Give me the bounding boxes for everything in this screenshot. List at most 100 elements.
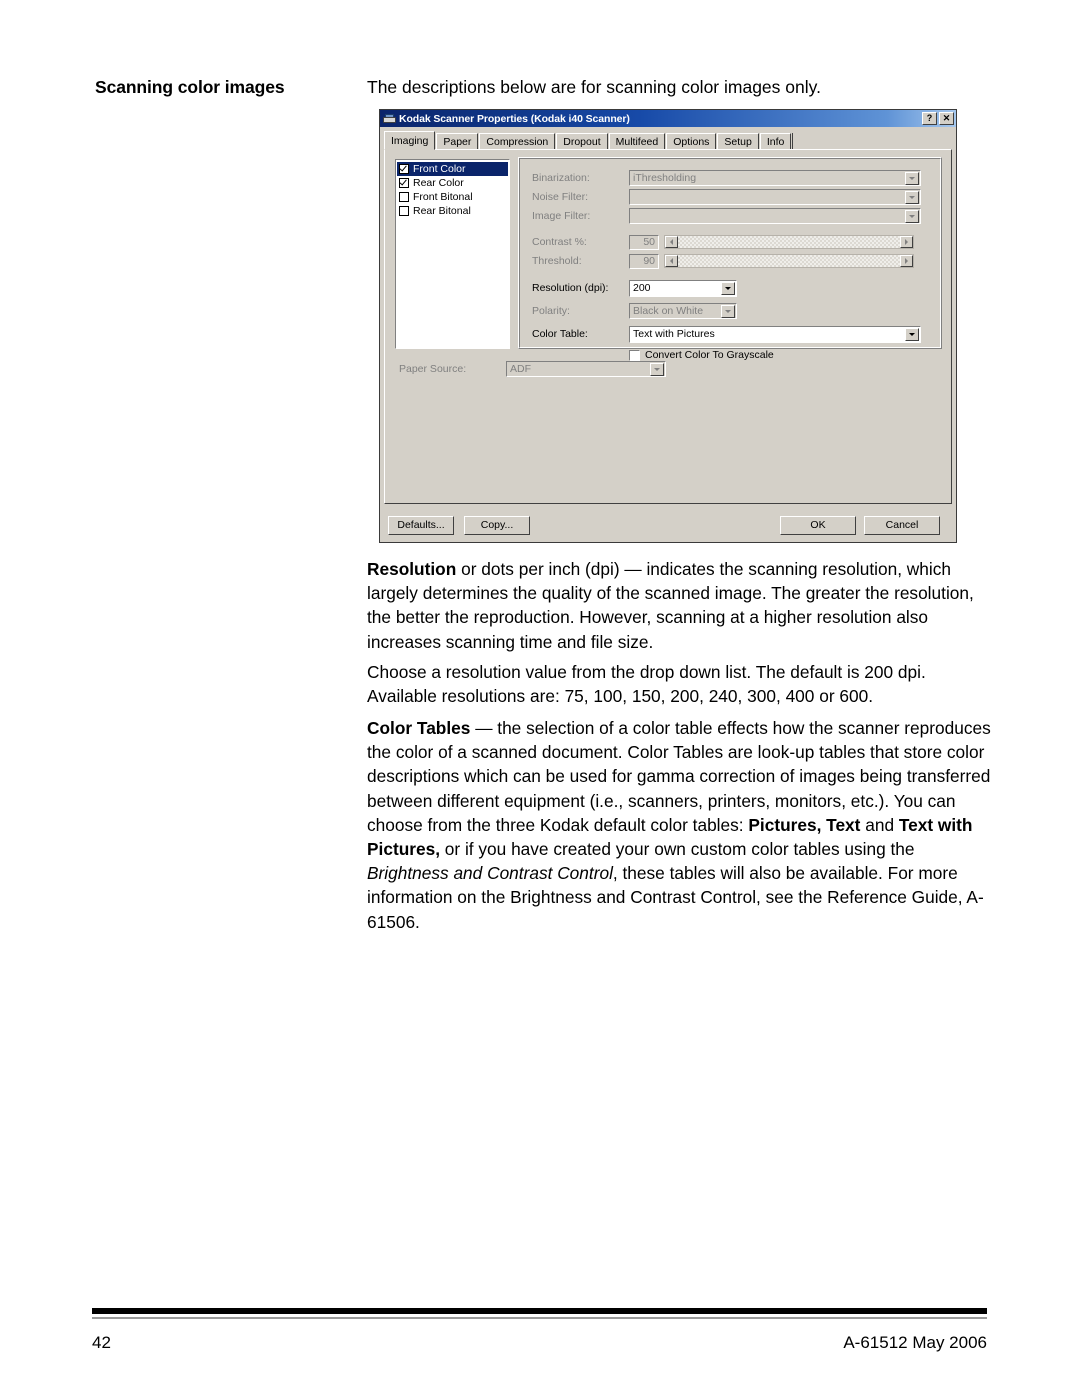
tab-info[interactable]: Info xyxy=(759,133,792,149)
paper-source-value: ADF xyxy=(510,363,531,375)
checkbox-icon[interactable] xyxy=(399,164,409,174)
resolution-combo[interactable]: 200 xyxy=(629,279,737,297)
resolution-value: 200 xyxy=(633,282,651,294)
dialog-tabstrip: Imaging Paper Compression Dropout Multif… xyxy=(384,130,952,150)
contrast-label: Contrast %: xyxy=(532,236,587,248)
dialog-titlebar: Kodak Scanner Properties (Kodak i40 Scan… xyxy=(380,110,956,127)
slider-track[interactable] xyxy=(678,255,900,267)
list-item-rear-bitonal[interactable]: Rear Bitonal xyxy=(397,204,508,218)
contrast-slider[interactable] xyxy=(664,235,914,249)
scanner-icon xyxy=(383,113,396,125)
slider-track[interactable] xyxy=(678,236,900,248)
imaging-tab-panel: Front Color Rear Color Front Bitonal Rea… xyxy=(384,149,952,504)
list-item-rear-color[interactable]: Rear Color xyxy=(397,176,508,190)
chevron-down-icon[interactable] xyxy=(905,209,919,223)
chevron-down-icon[interactable] xyxy=(905,190,919,204)
list-item-label: Front Bitonal xyxy=(413,191,473,203)
slider-left-arrow-icon[interactable] xyxy=(665,236,678,248)
resolution-label: Resolution (dpi): xyxy=(532,282,609,294)
noise-filter-combo[interactable] xyxy=(629,189,921,205)
checkbox-icon[interactable] xyxy=(629,349,640,361)
copy-button[interactable]: Copy... xyxy=(464,516,530,535)
list-item-label: Front Color xyxy=(413,163,466,175)
tabstrip-filler xyxy=(792,133,952,149)
field-paper-source: Paper Source: ADF xyxy=(399,361,699,377)
color-tables-term: Color Tables xyxy=(367,718,471,738)
chevron-down-icon[interactable] xyxy=(721,304,735,318)
contrast-value[interactable]: 50 xyxy=(629,234,659,250)
color-tables-option-1: Pictures, Text xyxy=(748,814,861,835)
checkbox-icon[interactable] xyxy=(399,206,409,216)
color-table-value: Text with Pictures xyxy=(633,328,715,340)
tab-compression[interactable]: Compression xyxy=(479,133,556,149)
paper-source-combo[interactable]: ADF xyxy=(506,361,666,377)
intro-paragraph: The descriptions below are for scanning … xyxy=(367,77,821,97)
paragraph-resolution: Resolution or dots per inch (dpi) — indi… xyxy=(367,557,992,654)
choose-text: Choose a resolution value from the drop … xyxy=(367,662,926,707)
image-side-listbox[interactable]: Front Color Rear Color Front Bitonal Rea… xyxy=(395,159,510,349)
slider-left-arrow-icon[interactable] xyxy=(665,255,678,267)
tab-setup[interactable]: Setup xyxy=(717,133,759,149)
list-item-front-color[interactable]: Front Color xyxy=(397,162,508,176)
slider-right-arrow-icon[interactable] xyxy=(900,255,913,267)
binarization-value: iThresholding xyxy=(633,172,697,184)
checkbox-icon[interactable] xyxy=(399,192,409,202)
document-page: Scanning color images The descriptions b… xyxy=(0,0,1080,1397)
paper-source-label: Paper Source: xyxy=(399,363,467,375)
binarization-combo[interactable]: iThresholding xyxy=(629,170,921,186)
field-resolution: Resolution (dpi): 200 xyxy=(532,279,832,297)
convert-grayscale-checkbox[interactable]: Convert Color To Grayscale xyxy=(629,349,774,361)
cancel-button[interactable]: Cancel xyxy=(864,516,940,535)
polarity-value: Black on White xyxy=(633,305,704,317)
imaging-settings-group: Binarization: iThresholding Noise Filter… xyxy=(518,157,942,361)
image-filter-label: Image Filter: xyxy=(532,210,591,222)
chevron-down-icon[interactable] xyxy=(721,281,735,295)
checkbox-icon[interactable] xyxy=(399,178,409,188)
field-color-table: Color Table: Text with Pictures xyxy=(532,325,942,343)
list-item-front-bitonal[interactable]: Front Bitonal xyxy=(397,190,508,204)
color-tables-text-2: and xyxy=(860,814,899,835)
noise-filter-label: Noise Filter: xyxy=(532,191,589,203)
slider-right-arrow-icon[interactable] xyxy=(900,236,913,248)
brightness-contrast-control-term: Brightness and Contrast Control xyxy=(367,863,613,884)
chevron-down-icon[interactable] xyxy=(905,171,919,185)
ok-button[interactable]: OK xyxy=(780,516,856,535)
defaults-button[interactable]: Defaults... xyxy=(388,516,454,535)
list-item-label: Rear Bitonal xyxy=(413,205,471,217)
tab-dropout[interactable]: Dropout xyxy=(556,133,608,149)
color-table-combo[interactable]: Text with Pictures xyxy=(629,325,921,343)
color-table-label: Color Table: xyxy=(532,328,588,340)
resolution-term: Resolution xyxy=(367,559,457,579)
footer-page-number: 42 xyxy=(92,1333,111,1352)
field-threshold: Threshold: 90 xyxy=(532,252,932,270)
threshold-value[interactable]: 90 xyxy=(629,253,659,269)
resolution-text: or dots per inch (dpi) — indicates the s… xyxy=(367,559,974,652)
field-contrast: Contrast %: 50 xyxy=(532,233,932,251)
field-binarization: Binarization: iThresholding xyxy=(532,169,932,187)
dialog-title: Kodak Scanner Properties (Kodak i40 Scan… xyxy=(399,112,630,125)
color-tables-text-3: or if you have created your own custom c… xyxy=(440,839,915,860)
list-item-label: Rear Color xyxy=(413,177,464,189)
threshold-label: Threshold: xyxy=(532,255,582,267)
tab-imaging[interactable]: Imaging xyxy=(384,131,436,150)
page-section-heading: Scanning color images xyxy=(95,77,285,97)
close-icon[interactable]: ✕ xyxy=(939,112,954,125)
footer-document-id: A-61512 May 2006 xyxy=(843,1333,987,1352)
help-button[interactable]: ? xyxy=(922,112,937,125)
tab-options[interactable]: Options xyxy=(666,133,717,149)
chevron-down-icon[interactable] xyxy=(650,362,664,376)
scanner-properties-dialog: Kodak Scanner Properties (Kodak i40 Scan… xyxy=(379,109,957,543)
image-filter-combo[interactable] xyxy=(629,208,921,224)
footer-rule-thin xyxy=(92,1317,987,1319)
threshold-slider[interactable] xyxy=(664,254,914,268)
tab-multifeed[interactable]: Multifeed xyxy=(608,133,666,149)
chevron-down-icon[interactable] xyxy=(905,327,919,341)
tab-paper[interactable]: Paper xyxy=(436,133,479,149)
field-image-filter: Image Filter: xyxy=(532,207,932,225)
polarity-combo[interactable]: Black on White xyxy=(629,303,737,319)
binarization-label: Binarization: xyxy=(532,172,590,184)
field-polarity: Polarity: Black on White xyxy=(532,302,832,320)
paragraph-color-tables: Color Tables — the selection of a color … xyxy=(367,716,992,934)
polarity-label: Polarity: xyxy=(532,305,570,317)
dialog-button-bar: Defaults... Copy... OK Cancel xyxy=(380,510,958,544)
